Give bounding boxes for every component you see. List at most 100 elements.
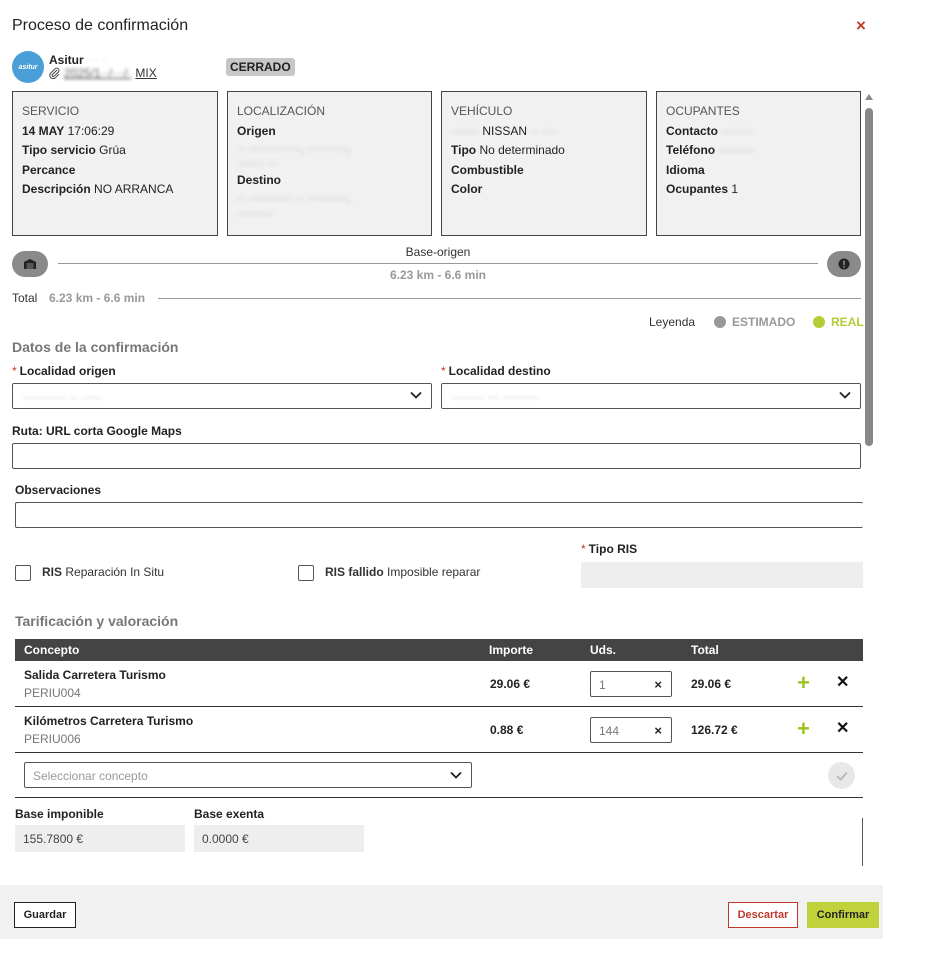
card-servicio-head: SERVICIO xyxy=(22,104,80,118)
company-name: Asitur · · · xyxy=(49,53,106,67)
row-qty-value: 144 xyxy=(599,724,620,738)
localizacion-origen: Origen xyxy=(237,122,422,142)
ris-fallido-text: Imposible reparar xyxy=(387,565,481,579)
row-concept-code: PERIU006 xyxy=(24,732,81,746)
scroll-up-arrow-icon[interactable] xyxy=(865,94,873,100)
localizacion-origen-line1: ·· ·············, ··········, xyxy=(237,141,351,155)
row-price: 29.06 € xyxy=(490,677,531,691)
vehiculo-brand: NISSAN xyxy=(482,123,528,138)
clear-qty-icon[interactable]: × xyxy=(654,677,662,692)
row-qty-input[interactable]: 1 × xyxy=(590,671,672,697)
required-mark: * xyxy=(581,542,586,556)
ris-text: Reparación In Situ xyxy=(65,565,165,579)
add-row-icon[interactable]: + xyxy=(797,718,810,740)
total-label: Total xyxy=(12,291,38,305)
servicio-percance: Percance xyxy=(22,161,208,181)
vehiculo-tipo: Tipo No determinado xyxy=(451,141,637,161)
localidad-origen-value: ··········· ·· ····· xyxy=(23,390,102,404)
ris-fallido-bold: RIS fallido xyxy=(325,565,384,579)
col-concepto: Concepto xyxy=(24,643,80,657)
localizacion-origen-label: Origen xyxy=(237,123,276,138)
table-row: Kilómetros Carretera Turismo PERIU006 0.… xyxy=(15,707,863,753)
pricing-table-header: Concepto Importe Uds. Total xyxy=(15,639,863,661)
localizacion-destino-line1: ·· ··········· ·· ··········, xyxy=(237,190,351,205)
vehiculo-color-label: Color xyxy=(451,182,483,196)
servicio-time: 17:06:29 xyxy=(67,123,115,138)
route-line xyxy=(58,263,818,264)
file-reference-link[interactable]: 2025/1··/···/· MIX xyxy=(49,66,157,80)
ocupantes-telefono-value: ········· xyxy=(718,143,755,157)
tipo-ris-select[interactable] xyxy=(581,562,863,588)
add-concept-check-icon[interactable] xyxy=(828,762,855,789)
modal-title: Proceso de confirmación xyxy=(12,17,189,34)
ocupantes-contacto-label: Contacto xyxy=(666,123,718,138)
ris-fallido-checkbox[interactable] xyxy=(298,565,314,581)
confirm-button[interactable]: Confirmar xyxy=(807,902,879,928)
vehiculo-id: ······· NISSAN ·· ···· xyxy=(451,122,637,142)
col-total: Total xyxy=(691,643,719,657)
modal-footer: Guardar Descartar Confirmar xyxy=(0,885,883,939)
legend-estimado: ESTIMADO xyxy=(732,315,796,329)
destino-field-label: * Localidad destino xyxy=(441,364,551,378)
delete-row-icon[interactable]: ✕ xyxy=(836,720,849,738)
servicio-tipo: Tipo servicio Grúa xyxy=(22,141,208,161)
ocupantes-contacto: Contacto ········ xyxy=(666,122,851,142)
total-line xyxy=(158,298,861,299)
localizacion-destino-line2: ········· xyxy=(237,205,273,220)
localidad-origen-select[interactable]: ··········· ·· ····· xyxy=(12,383,432,409)
base-exenta-label: Base exenta xyxy=(194,807,265,821)
concept-placeholder: Seleccionar concepto xyxy=(33,769,148,783)
observaciones-input[interactable] xyxy=(15,502,863,528)
ruta-url-input[interactable] xyxy=(12,443,861,469)
vertical-scrollbar[interactable] xyxy=(864,94,874,866)
localidad-destino-select[interactable]: ········ ··· ········· xyxy=(441,383,861,409)
row-total: 29.06 € xyxy=(691,677,732,691)
add-row-icon[interactable]: + xyxy=(797,672,810,694)
company-name-text: Asitur xyxy=(49,53,84,67)
base-imponible-field: 155.7800 € xyxy=(15,825,185,852)
legend-real-dot xyxy=(813,316,825,328)
col-uds: Uds. xyxy=(590,643,617,657)
localizacion-destino: Destino xyxy=(237,171,422,191)
card-ocupantes-head: OCUPANTES xyxy=(666,104,740,118)
table-bottom-divider xyxy=(15,797,863,798)
discard-button[interactable]: Descartar xyxy=(728,902,798,928)
file-reference-suffix: MIX xyxy=(135,66,157,80)
paperclip-icon xyxy=(49,67,60,79)
localizacion-origen-line2: ······· ·· xyxy=(237,156,277,170)
concept-select[interactable]: Seleccionar concepto xyxy=(24,762,472,788)
ocupantes-idioma: Idioma xyxy=(666,161,851,181)
form-section-title: Datos de la confirmación xyxy=(12,339,179,355)
ris-fallido-label: RIS fallido Imposible reparar xyxy=(325,565,480,579)
row-concept-name: Kilómetros Carretera Turismo xyxy=(24,714,194,728)
destino-label-text: Localidad destino xyxy=(448,364,551,378)
localizacion-origen-value: ·· ·············, ··········, ······· ·· xyxy=(237,141,422,171)
delete-row-icon[interactable]: ✕ xyxy=(836,674,849,692)
row-qty-value: 1 xyxy=(599,678,606,692)
file-reference: 2025/1··/···/· xyxy=(64,66,132,80)
ruta-label: Ruta: URL corta Google Maps xyxy=(12,424,182,438)
vehiculo-model: ·· ···· xyxy=(530,123,558,138)
row-concept-code: PERIU004 xyxy=(24,686,81,700)
servicio-percance-label: Percance xyxy=(22,162,76,177)
ocupantes-telefono: Teléfono ········· xyxy=(666,141,851,161)
base-imponible-value: 155.7800 € xyxy=(23,832,84,846)
row-qty-input[interactable]: 144 × xyxy=(590,717,672,743)
close-icon[interactable]: × xyxy=(856,16,866,36)
card-vehiculo: VEHÍCULO ······· NISSAN ·· ···· Tipo No … xyxy=(441,91,647,236)
save-button[interactable]: Guardar xyxy=(14,902,76,928)
vehiculo-color: Color xyxy=(451,180,637,200)
card-localizacion: LOCALIZACIÓN Origen ·· ·············, ··… xyxy=(227,91,432,236)
localizacion-destino-value: ·· ··········· ·· ··········, ········· xyxy=(237,191,422,221)
clear-qty-icon[interactable]: × xyxy=(654,723,662,738)
servicio-descripcion: Descripción NO ARRANCA xyxy=(22,180,208,200)
col-importe: Importe xyxy=(489,643,534,657)
card-servicio: SERVICIO 14 MAY 17:06:29 Tipo servicio G… xyxy=(12,91,218,236)
ocupantes-count: Ocupantes 1 xyxy=(666,180,851,200)
observaciones-label: Observaciones xyxy=(15,483,102,497)
vehiculo-combustible-label: Combustible xyxy=(451,162,524,177)
servicio-tipo-label: Tipo servicio xyxy=(22,143,96,157)
ris-checkbox[interactable] xyxy=(15,565,31,581)
tipo-ris-label: * Tipo RIS xyxy=(581,542,637,556)
card-ocupantes: OCUPANTES Contacto ········ Teléfono ···… xyxy=(656,91,861,236)
